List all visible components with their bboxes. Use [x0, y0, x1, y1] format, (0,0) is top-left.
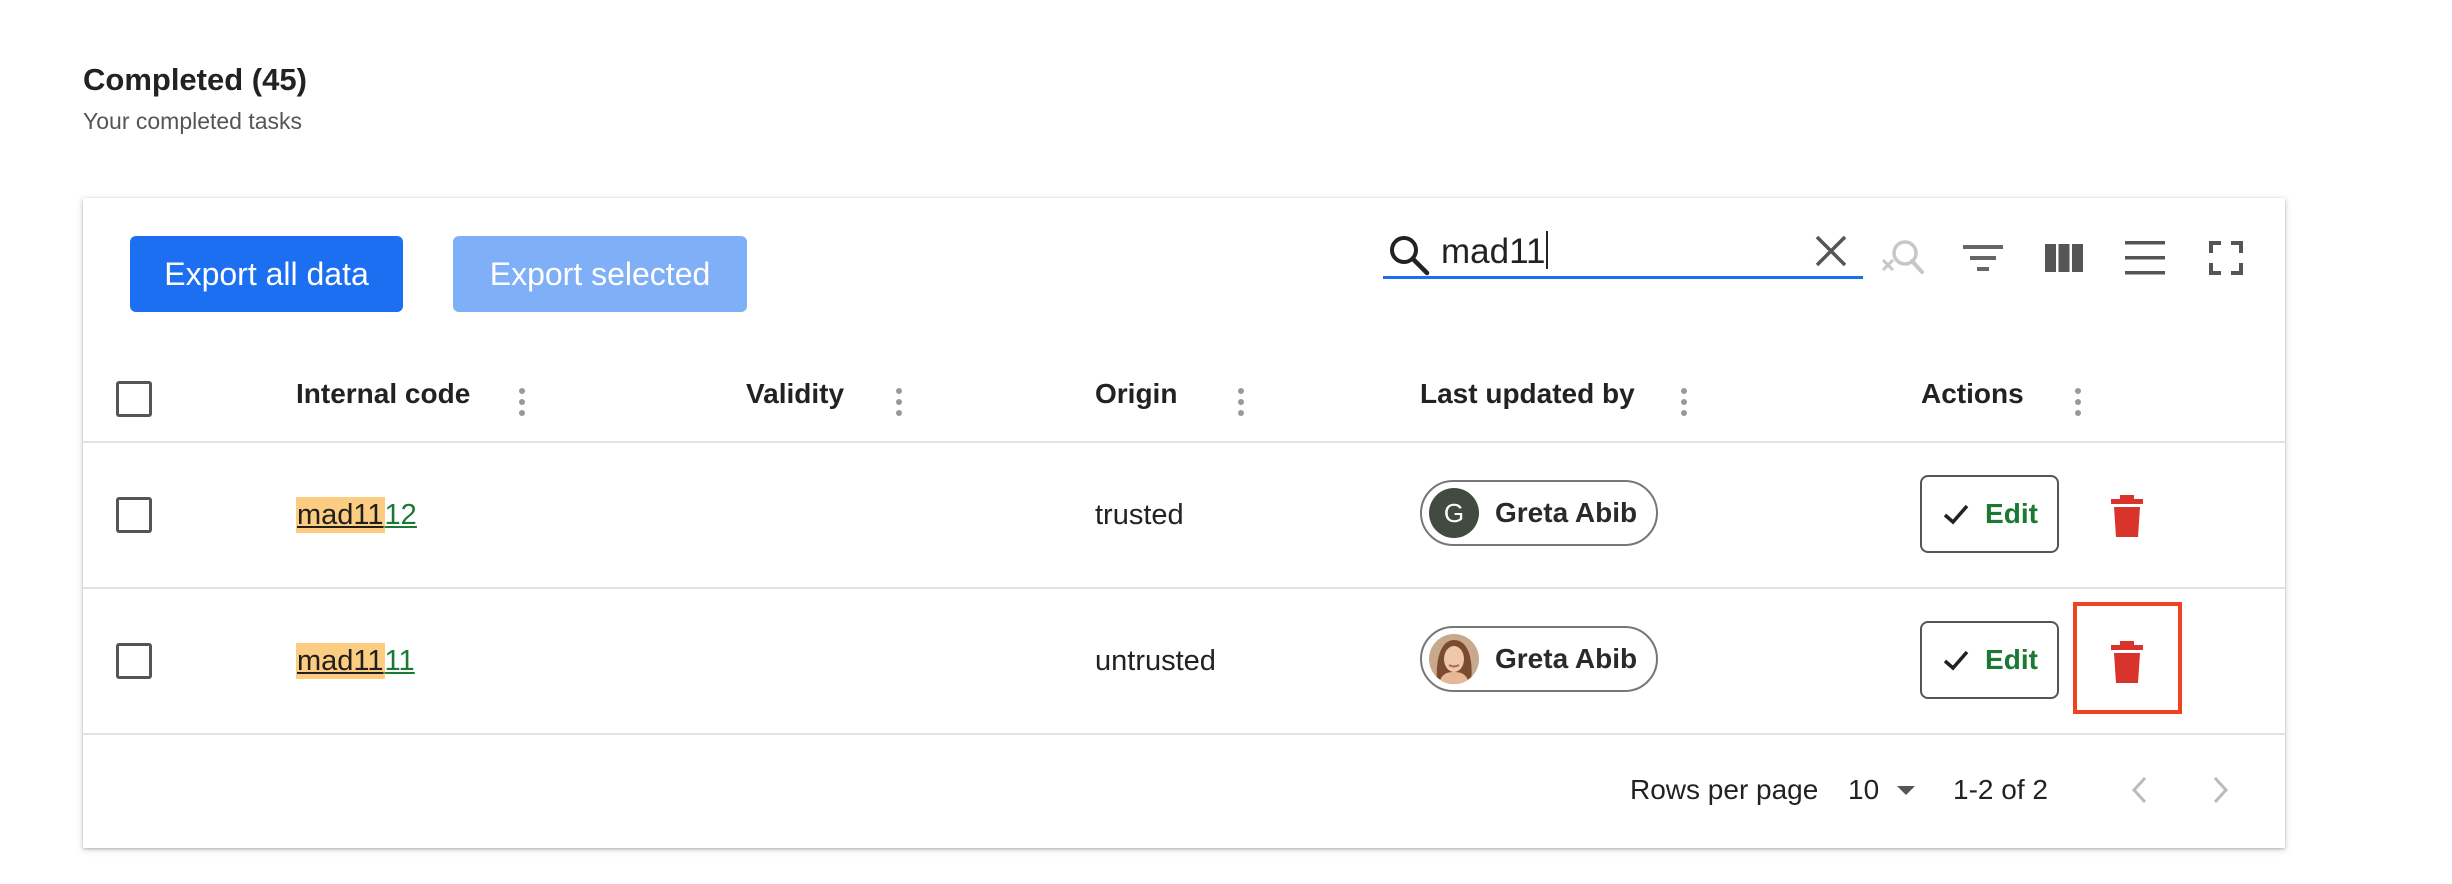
search-input[interactable]: mad11 [1441, 231, 1549, 272]
search-match-highlight: mad11 [296, 497, 385, 533]
code-suffix: 11 [384, 645, 415, 677]
edit-button[interactable]: Edit [1920, 475, 2059, 553]
rows-per-page-value: 10 [1848, 774, 1880, 805]
row-divider [83, 733, 2285, 735]
columns-button[interactable] [2038, 232, 2090, 284]
code-suffix: 12 [384, 499, 417, 531]
column-header-origin[interactable]: Origin [1095, 378, 1177, 410]
column-header-validity[interactable]: Validity [746, 378, 844, 410]
search-input-value: mad11 [1441, 232, 1546, 271]
select-all-checkbox[interactable] [116, 381, 152, 417]
filter-button[interactable] [1957, 232, 2009, 284]
clear-icon[interactable] [1811, 231, 1851, 271]
chevron-left-icon [2131, 776, 2147, 804]
search-icon [1390, 236, 1430, 276]
column-menu-icon[interactable] [889, 386, 909, 418]
avatar-photo [1429, 634, 1479, 684]
user-name: Greta Abib [1495, 497, 1638, 528]
column-menu-icon[interactable] [1674, 386, 1694, 418]
data-table-card: Export all data Export selected mad11 In… [83, 198, 2285, 848]
edit-button-label: Edit [1985, 498, 2038, 529]
avatar [1429, 634, 1479, 684]
column-menu-icon[interactable] [2068, 386, 2088, 418]
origin-cell: trusted [1095, 499, 1184, 531]
fullscreen-icon [2209, 241, 2243, 275]
delete-icon[interactable] [2107, 494, 2147, 538]
search-match-highlight: mad11 [296, 643, 385, 679]
edit-button[interactable]: Edit [1920, 621, 2059, 699]
density-icon [2125, 241, 2165, 275]
export-all-button[interactable]: Export all data [130, 236, 403, 312]
column-header-actions: Actions [1921, 378, 2024, 409]
user-name: Greta Abib [1495, 643, 1638, 674]
clear-search-button[interactable] [1876, 232, 1928, 284]
next-page-button[interactable] [2201, 768, 2241, 812]
user-chip[interactable]: G Greta Abib [1420, 480, 1658, 546]
row-divider [83, 441, 2285, 443]
check-icon [1943, 504, 1969, 525]
delete-focus-outline [2073, 602, 2182, 714]
page-title: Completed (45) [83, 62, 307, 97]
pagination-range: 1-2 of 2 [1953, 774, 2048, 805]
rows-per-page-label: Rows per page [1630, 774, 1819, 805]
text-caret [1546, 231, 1549, 269]
fullscreen-button[interactable] [2200, 232, 2252, 284]
origin-cell: untrusted [1095, 645, 1216, 677]
row-checkbox[interactable] [116, 497, 152, 533]
page-subtitle: Your completed tasks [83, 108, 303, 134]
column-header-internal-code[interactable]: Internal code [296, 378, 470, 410]
user-chip[interactable]: Greta Abib [1420, 626, 1658, 692]
caret-down-icon [1897, 786, 1916, 795]
filter-icon [1963, 245, 2003, 271]
internal-code-link[interactable]: mad1112 [296, 497, 417, 533]
density-button[interactable] [2119, 232, 2171, 284]
column-menu-icon[interactable] [1231, 386, 1251, 418]
clear-search-icon [1881, 240, 1924, 274]
search-field[interactable]: mad11 [1383, 225, 1863, 279]
column-header-last-updated-by[interactable]: Last updated by [1420, 378, 1635, 410]
row-checkbox[interactable] [116, 643, 152, 679]
internal-code-link[interactable]: mad1111 [296, 643, 415, 679]
rows-per-page-select[interactable]: 10 [1848, 774, 1917, 806]
previous-page-button[interactable] [2119, 768, 2159, 812]
column-menu-icon[interactable] [512, 386, 532, 418]
edit-button-label: Edit [1985, 644, 2038, 675]
columns-icon [2045, 244, 2083, 272]
export-selected-button[interactable]: Export selected [453, 236, 747, 312]
avatar: G [1429, 488, 1479, 538]
check-icon [1943, 650, 1969, 671]
row-divider [83, 587, 2285, 589]
chevron-right-icon [2213, 776, 2229, 804]
